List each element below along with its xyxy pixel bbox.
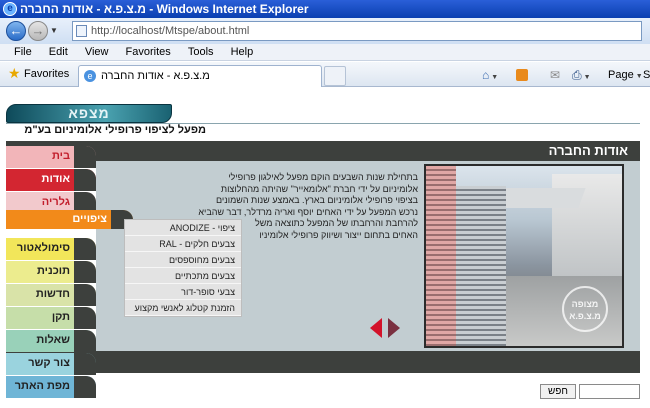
nav-item-simulator[interactable]: סימולאטור xyxy=(6,238,96,260)
site-tagline: מפעל לציפוי פרופילי אלומיניום בע"מ xyxy=(24,124,206,136)
search-input[interactable] xyxy=(579,384,640,399)
menu-help[interactable]: Help xyxy=(224,44,261,61)
menu-favorites[interactable]: Favorites xyxy=(119,44,178,61)
safety-menu-button[interactable]: S xyxy=(643,68,650,82)
photo-watermark: מצופה מ.צ.פ.א xyxy=(562,286,608,332)
page-menu-button[interactable]: Page ▼ xyxy=(608,68,643,84)
new-tab-button[interactable] xyxy=(324,66,346,86)
nav-item-program[interactable]: תוכנית xyxy=(6,261,96,283)
factory-photo: מצופה מ.צ.פ.א xyxy=(424,164,624,348)
favorites-bar: ★ Favorites e מ.צ.פ.א - אודות החברה ⌂ ▼ ✉… xyxy=(0,62,650,87)
nav-item-sitemap[interactable]: מפת האתר xyxy=(6,376,96,398)
address-row: ← → ▼ http://localhost/Mtspe/about.html xyxy=(0,18,650,44)
nav-item-coatings[interactable]: ציפויים xyxy=(6,210,133,229)
favorites-label: Favorites xyxy=(24,68,70,80)
search-button[interactable]: חפש xyxy=(540,384,576,399)
menu-tools[interactable]: Tools xyxy=(181,44,221,61)
tab-ie-icon: e xyxy=(84,70,96,82)
submenu-item-catalog[interactable]: הזמנת קטלוג לאנשי מקצוע xyxy=(125,300,241,316)
menu-view[interactable]: View xyxy=(78,44,116,61)
nav-item-news[interactable]: חדשות xyxy=(6,284,96,306)
history-dropdown-icon[interactable]: ▼ xyxy=(50,26,58,35)
submenu-item-ral[interactable]: צבעים חלקים - RAL xyxy=(125,236,241,252)
menu-file[interactable]: File xyxy=(0,44,39,61)
content-footer-strip xyxy=(6,351,640,373)
submenu-item-textured[interactable]: צבעים מחוספסים xyxy=(125,252,241,268)
about-line: בתחילת שנות השבעים הוקם מפעל לאילגון פרו… xyxy=(228,172,418,182)
nav-item-contact[interactable]: צור קשר xyxy=(6,353,96,375)
next-arrow-icon[interactable] xyxy=(388,318,400,338)
about-line: אלומיניום על ידי חברת "אלומאייר" שהיתה מ… xyxy=(220,183,418,194)
mail-icon[interactable]: ✉ xyxy=(550,68,560,82)
address-bar[interactable]: http://localhost/Mtspe/about.html xyxy=(72,21,642,41)
ie-logo-icon: e xyxy=(3,2,17,16)
page-menu-label: Page xyxy=(608,69,634,81)
prev-arrow-icon[interactable] xyxy=(370,318,382,338)
window-titlebar: e מ.צ.פ.א - אודות החברה - Windows Intern… xyxy=(0,0,650,18)
tab-title: מ.צ.פ.א - אודות החברה xyxy=(101,70,210,82)
page-title: אודות החברה xyxy=(6,141,640,161)
nav-item-standard[interactable]: תקן xyxy=(6,307,96,329)
browser-tab[interactable]: e מ.צ.פ.א - אודות החברה xyxy=(78,65,322,87)
about-line: נרכש המפעל על ידי האחים יוסף ואריה מרדלר… xyxy=(198,206,418,217)
back-button[interactable]: ← xyxy=(6,21,26,41)
page-icon xyxy=(76,25,87,37)
coatings-submenu: ציפוי - ANODIZE צבעים חלקים - RAL צבעים … xyxy=(124,219,242,317)
submenu-item-anodize[interactable]: ציפוי - ANODIZE xyxy=(125,220,241,236)
site-nav: בית אודות גלריה סימולאטור תוכנית חדשות ת… xyxy=(6,146,96,399)
nav-item-about[interactable]: אודות xyxy=(6,169,96,191)
submenu-item-metallic[interactable]: צבעים מתכתיים xyxy=(125,268,241,284)
menu-edit[interactable]: Edit xyxy=(42,44,75,61)
about-line: בציפוי פרופילי אלומיניום בארץ. באמצע שנו… xyxy=(216,195,418,205)
web-page: מצפא מפעל לציפוי פרופילי אלומיניום בע"מ … xyxy=(0,88,650,408)
home-icon[interactable]: ⌂ ▼ xyxy=(482,68,498,85)
favorites-button[interactable]: ★ Favorites xyxy=(8,65,70,82)
nav-item-home[interactable]: בית xyxy=(6,146,96,168)
print-icon[interactable]: ⎙ ▼ xyxy=(572,68,591,85)
address-text: http://localhost/Mtspe/about.html xyxy=(91,25,250,37)
window-title: מ.צ.פ.א - אודות החברה - Windows Internet… xyxy=(20,2,309,16)
menu-bar: File Edit View Favorites Tools Help xyxy=(0,44,650,61)
site-logo[interactable]: מצפא xyxy=(6,104,172,123)
submenu-item-superdur[interactable]: צבעי סופר-דור xyxy=(125,284,241,300)
rss-feed-icon[interactable] xyxy=(516,69,528,81)
forward-button[interactable]: → xyxy=(28,21,48,41)
star-icon: ★ xyxy=(8,65,21,81)
nav-item-questions[interactable]: שאלות xyxy=(6,330,96,352)
